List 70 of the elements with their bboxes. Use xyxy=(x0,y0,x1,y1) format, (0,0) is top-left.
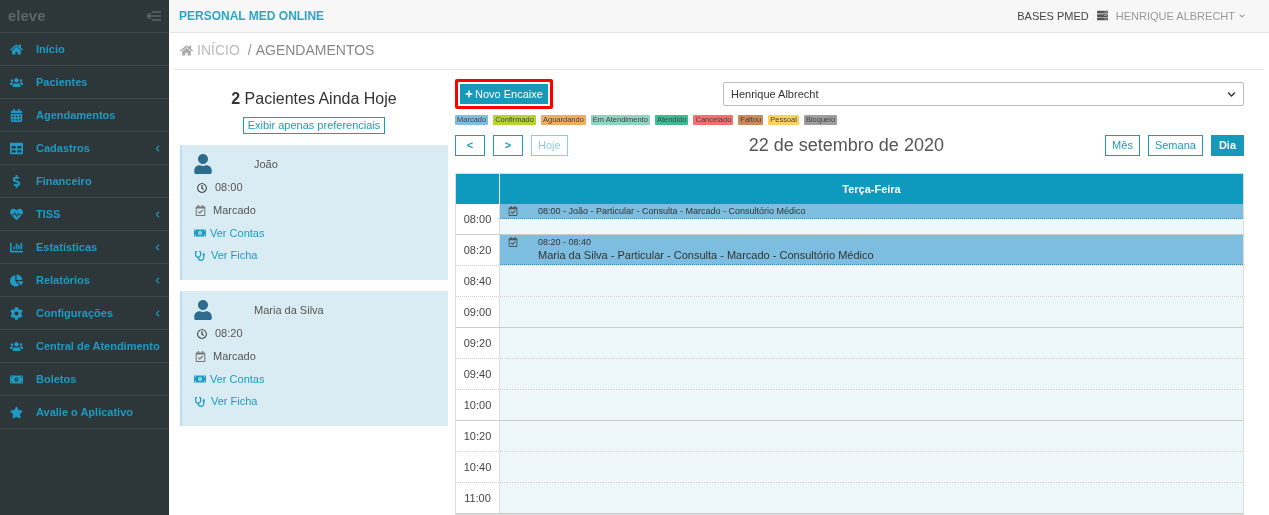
list-icon xyxy=(10,141,23,155)
appointment-status: Marcado xyxy=(213,203,256,219)
view-tab[interactable]: Dia xyxy=(1210,135,1244,156)
appointment-event[interactable]: 08:00 - João - Particular - Consulta - Marcado - Consultório Médico xyxy=(500,204,1243,219)
star-icon xyxy=(10,405,23,419)
patient-name: João xyxy=(254,156,278,172)
event-time: 08:20 - 08:40 xyxy=(538,236,593,249)
time-slot[interactable] xyxy=(500,452,1243,482)
chevron-icon xyxy=(1227,89,1236,99)
server-icon xyxy=(1096,10,1108,22)
collapse-icon[interactable] xyxy=(147,11,161,21)
filter-button[interactable]: Exibir apenas preferenciais xyxy=(242,117,386,134)
gear-icon xyxy=(10,306,23,320)
user-menu[interactable]: HENRIQUE ALBRECHT xyxy=(1115,7,1245,24)
home-icon xyxy=(10,42,23,56)
time-slot[interactable] xyxy=(500,328,1243,358)
time-slot[interactable] xyxy=(500,266,1243,296)
event-title: Maria da Silva - Particular - Consulta - Marcado - Consultório Médico xyxy=(538,249,874,262)
heartbeat-icon xyxy=(10,207,23,221)
breadcrumb-link[interactable]: INÍCIO xyxy=(197,40,240,62)
time-slot[interactable] xyxy=(500,359,1243,389)
app-title: PERSONAL MED ONLINE xyxy=(179,7,326,25)
caret-icon xyxy=(1239,12,1245,19)
pie-chart-icon xyxy=(10,273,23,287)
clock-icon xyxy=(197,328,207,339)
appointment-time: 08:20 xyxy=(215,326,243,342)
calendar-date: 22 de setembro de 2020 xyxy=(747,134,945,157)
time-slot[interactable]: 08:00 - João - Particular - Consulta - Marcado - Consultório Médico xyxy=(500,204,1243,234)
previous-button[interactable]: < xyxy=(455,135,485,156)
professional-select[interactable]: Henrique Albrecht xyxy=(723,82,1244,106)
patients-heading: 2 Pacientes Ainda Hoje xyxy=(231,89,397,109)
next-button[interactable]: > xyxy=(493,135,523,156)
appointment-time: 08:00 xyxy=(215,180,243,196)
record-link[interactable]: Ver Ficha xyxy=(194,244,448,267)
user-icon xyxy=(194,154,212,174)
calendar-check-icon xyxy=(508,237,518,247)
record-link[interactable]: Ver Ficha xyxy=(194,390,448,413)
accounts-link[interactable]: Ver Contas xyxy=(194,368,448,390)
user-icon xyxy=(194,300,212,320)
users-icon xyxy=(10,339,23,353)
view-tab[interactable]: Mês xyxy=(1105,135,1140,156)
clock-icon xyxy=(197,182,207,193)
accounts-link[interactable]: Ver Contas xyxy=(194,222,448,244)
home-icon xyxy=(180,44,193,58)
stethoscope-icon xyxy=(195,250,205,261)
calendar-icon xyxy=(10,108,23,122)
breadcrumb-separator: / xyxy=(247,41,252,61)
banknote-icon xyxy=(194,227,206,239)
base-label: BASES PMED xyxy=(1017,8,1089,24)
calendar-check-icon xyxy=(195,351,206,362)
time-slot[interactable] xyxy=(500,421,1243,451)
day-header: Terça-Feira xyxy=(841,181,902,197)
bar-chart-icon xyxy=(10,240,23,254)
new-fit-in-button[interactable]: Novo Encaixe xyxy=(460,84,548,104)
stethoscope-icon xyxy=(195,396,205,407)
calendar-check-icon xyxy=(195,205,206,216)
appointment-event[interactable]: 08:20 - 08:40 Maria da Silva - Particular - Consulta - Marcado - Consultório Médico xyxy=(500,235,1243,265)
dollar-icon xyxy=(10,174,23,188)
time-slot[interactable] xyxy=(500,390,1243,420)
plus-icon xyxy=(465,90,473,98)
event-title: 08:00 - João - Particular - Consulta - Marcado - Consultório Médico xyxy=(538,205,806,218)
breadcrumb-current: AGENDAMENTOS xyxy=(255,41,375,61)
view-tab[interactable]: Semana xyxy=(1147,135,1203,156)
appointment-status: Marcado xyxy=(213,349,256,365)
patient-name: Maria da Silva xyxy=(254,302,324,318)
time-slot[interactable] xyxy=(500,297,1243,327)
users-icon xyxy=(10,75,23,89)
time-slot[interactable] xyxy=(500,483,1243,513)
banknote-icon xyxy=(194,373,206,385)
calendar-check-icon xyxy=(508,206,518,216)
